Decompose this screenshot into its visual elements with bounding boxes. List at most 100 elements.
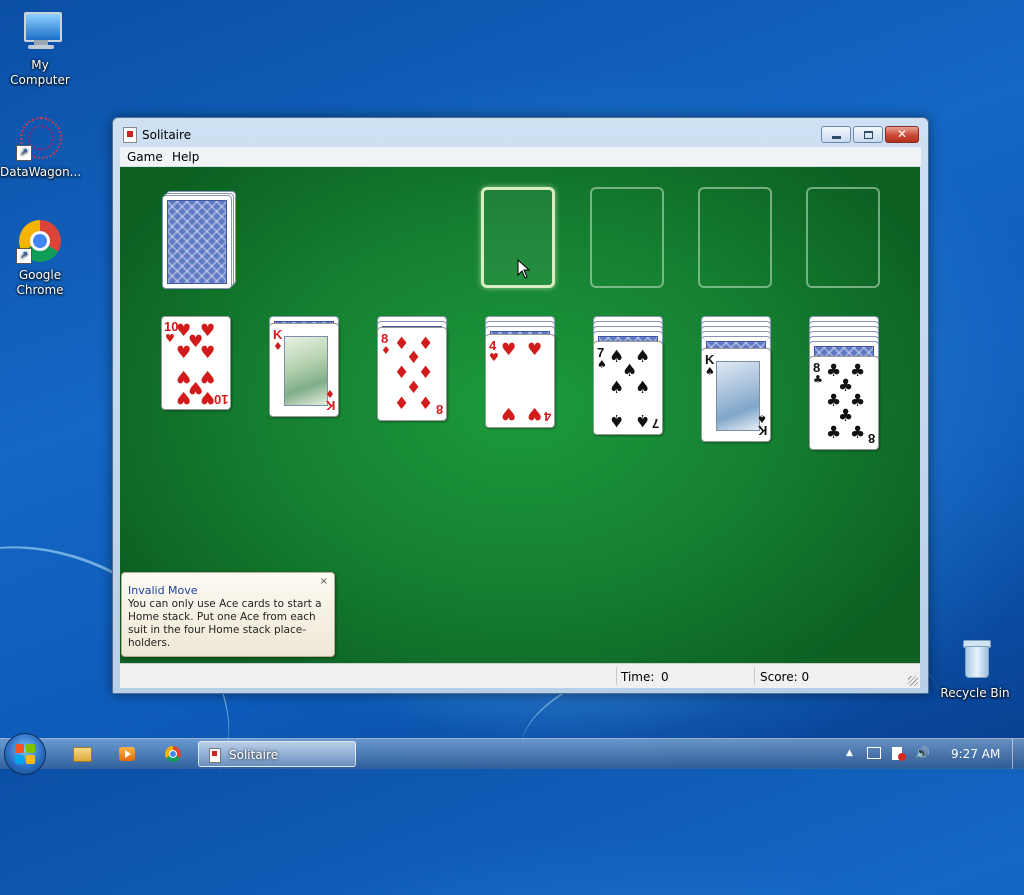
- status-bar: Time: 0 Score: 0: [120, 663, 920, 688]
- maximize-button[interactable]: [853, 126, 883, 143]
- resize-grip-icon[interactable]: [908, 676, 918, 686]
- heart-icon: ♥: [501, 403, 517, 423]
- spade-icon: ♠: [705, 365, 715, 378]
- tableau-column-6[interactable]: K ♠ ♠ K: [701, 316, 773, 446]
- heart-icon: ♥: [527, 340, 543, 360]
- show-desktop-button[interactable]: [1012, 739, 1024, 769]
- king-face-image: [284, 336, 328, 406]
- close-notification-button[interactable]: ×: [320, 576, 328, 587]
- foundation-slot-3[interactable]: [698, 187, 772, 288]
- notification-title: Invalid Move: [128, 584, 198, 597]
- volume-icon[interactable]: 🔊: [915, 746, 930, 760]
- datawagon-icon: ↗: [16, 115, 64, 163]
- notification-text: You can only use Ace cards to start a Ho…: [128, 598, 322, 649]
- minimize-button[interactable]: [821, 126, 851, 143]
- card-rank: 8: [435, 402, 443, 417]
- folder-icon: [73, 747, 92, 762]
- playing-card[interactable]: K ♠ ♠ K: [701, 348, 771, 442]
- tableau-column-1[interactable]: 10 ♥ ♥ ♥ ♥ ♥ ♥ ♥ ♥ ♥ ♥ ♥ 10: [161, 316, 233, 412]
- card-back: [162, 195, 232, 289]
- heart-icon: ♥: [165, 332, 175, 345]
- heart-icon: ♥: [176, 343, 192, 363]
- desktop-icon-recycle-bin[interactable]: Recycle Bin: [935, 636, 1015, 701]
- desktop-icon-my-computer[interactable]: My Computer: [0, 8, 80, 88]
- diamond-icon: ♦: [394, 394, 410, 414]
- playing-card[interactable]: K ♦ ♦ K: [269, 323, 339, 417]
- desktop-icon-datawagon[interactable]: ↗ DataWagon...: [0, 115, 82, 180]
- heart-icon: ♥: [489, 351, 499, 364]
- score-text: Score: 0: [760, 670, 810, 684]
- king-face-image: [716, 361, 760, 431]
- title-bar[interactable]: Solitaire: [113, 118, 928, 148]
- shortcut-arrow-icon: ↗: [16, 145, 32, 161]
- menu-bar: Game Help: [120, 147, 921, 167]
- clock[interactable]: 9:27 AM: [951, 747, 1000, 761]
- spade-icon: ♠: [609, 378, 625, 398]
- spade-icon: ♠: [609, 410, 625, 430]
- spade-icon: ♠: [635, 347, 651, 367]
- taskbar-explorer-button[interactable]: [62, 741, 100, 767]
- card-rank: 4: [543, 409, 551, 424]
- card-rank: 8: [867, 431, 875, 446]
- status-separator: [616, 667, 617, 685]
- menu-help[interactable]: Help: [172, 150, 199, 164]
- taskbar-solitaire-button[interactable]: Solitaire: [198, 741, 356, 767]
- windows-logo-icon: [26, 755, 35, 764]
- card-rank: 10: [213, 392, 228, 407]
- play-icon: [125, 750, 131, 758]
- desktop-icon-label: Google Chrome: [16, 268, 64, 297]
- taskbar-task-label: Solitaire: [229, 748, 279, 762]
- start-button[interactable]: [4, 733, 46, 775]
- heart-icon: ♥: [176, 387, 192, 407]
- tableau-column-7[interactable]: 8 ♣ ♣ ♣ ♣ ♣ ♣ ♣ ♣ ♣ 8: [809, 316, 881, 454]
- heart-icon: ♥: [200, 343, 216, 363]
- status-separator: [754, 667, 755, 685]
- mouse-cursor-icon: [517, 259, 531, 279]
- heart-icon: ♥: [501, 340, 517, 360]
- playing-card[interactable]: 8 ♦ ♦ ♦ ♦ ♦ ♦ ♦ ♦ ♦ 8: [377, 327, 447, 421]
- desktop-icon-google-chrome[interactable]: ↗ Google Chrome: [0, 218, 80, 298]
- foundation-slot-2[interactable]: [590, 187, 664, 288]
- network-icon[interactable]: [867, 747, 881, 759]
- playing-card[interactable]: 4 ♥ ♥ ♥ ♥ ♥ 4: [485, 334, 555, 428]
- windows-logo-icon: [15, 744, 24, 753]
- close-button[interactable]: [885, 126, 919, 143]
- playing-card[interactable]: 10 ♥ ♥ ♥ ♥ ♥ ♥ ♥ ♥ ♥ ♥ ♥ 10: [161, 316, 231, 410]
- stock-pile[interactable]: [162, 191, 238, 291]
- time-label: Time:: [621, 670, 655, 684]
- card-rank: 7: [651, 416, 659, 431]
- tableau-column-3[interactable]: 8 ♦ ♦ ♦ ♦ ♦ ♦ ♦ ♦ ♦ 8: [377, 316, 449, 426]
- diamond-icon: ♦: [418, 394, 434, 414]
- recycle-bin-icon: [951, 636, 999, 684]
- menu-game[interactable]: Game: [127, 150, 163, 164]
- playing-card[interactable]: 8 ♣ ♣ ♣ ♣ ♣ ♣ ♣ ♣ ♣ 8: [809, 356, 879, 450]
- spade-icon: ♠: [635, 378, 651, 398]
- spade-icon: ♠: [597, 358, 607, 371]
- tableau-column-2[interactable]: K ♦ ♦ K: [269, 316, 341, 420]
- chrome-icon: ↗: [16, 218, 64, 266]
- taskbar-media-player-button[interactable]: [108, 741, 146, 767]
- taskbar: Solitaire ▲ 🔊 9:27 AM: [0, 733, 1024, 775]
- heart-icon: ♥: [200, 387, 216, 407]
- invalid-move-notification: × Invalid Move You can only use Ace card…: [121, 572, 335, 657]
- tableau-column-5[interactable]: 7 ♠ ♠ ♠ ♠ ♠ ♠ ♠ ♠ 7: [593, 316, 665, 440]
- tableau-column-4[interactable]: 4 ♥ ♥ ♥ ♥ ♥ 4: [485, 316, 557, 432]
- solitaire-app-icon: [123, 127, 137, 143]
- playing-card[interactable]: 7 ♠ ♠ ♠ ♠ ♠ ♠ ♠ ♠ 7: [593, 341, 663, 435]
- spade-icon: ♠: [635, 410, 651, 430]
- heart-icon: ♥: [527, 403, 543, 423]
- desktop-icon-label: DataWagon...: [0, 165, 82, 179]
- taskbar-chrome-button[interactable]: [154, 741, 192, 767]
- windows-logo-icon: [15, 755, 24, 764]
- window-title: Solitaire: [142, 128, 192, 142]
- club-icon: ♣: [850, 423, 866, 443]
- desktop-icon-label: Recycle Bin: [940, 686, 1010, 700]
- time-value: 0: [661, 670, 669, 684]
- show-hidden-icons-button[interactable]: ▲: [846, 748, 853, 758]
- foundation-slot-4[interactable]: [806, 187, 880, 288]
- card-rank: K: [757, 423, 767, 438]
- diamond-icon: ♦: [381, 344, 391, 357]
- windows-logo-icon: [26, 744, 35, 753]
- club-icon: ♣: [826, 423, 842, 443]
- shortcut-arrow-icon: ↗: [16, 248, 32, 264]
